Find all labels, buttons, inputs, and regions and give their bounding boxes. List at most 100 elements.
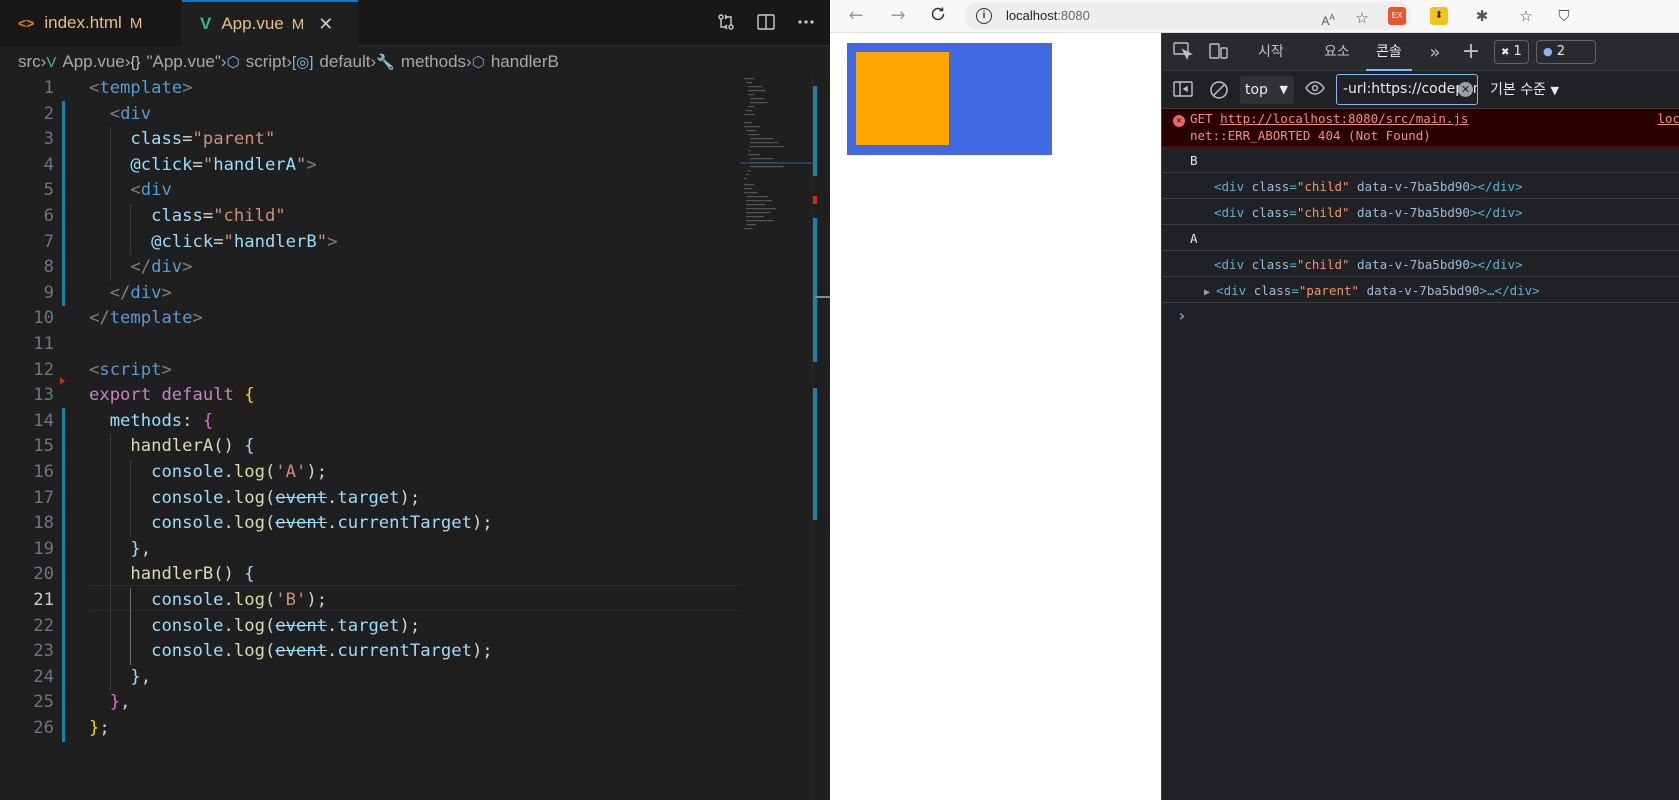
messages-badge[interactable]: ● 2 (1536, 40, 1596, 64)
error-source-link[interactable]: loc (1657, 111, 1679, 126)
editor-scrollbar[interactable] (812, 76, 830, 800)
code-text: <div (130, 180, 172, 201)
extension-icon[interactable]: ⬍ (1430, 7, 1448, 25)
error-message: net::ERR_ABORTED 404 (Not Found) (1190, 128, 1431, 143)
log-levels-dropdown[interactable]: 기본 수준 ▼ (1490, 71, 1559, 109)
logged-dom-node[interactable]: <div class="child" data-v-7ba5bd90></div… (1214, 205, 1523, 220)
code-line: 11 (0, 332, 740, 358)
show-sidebar-icon[interactable] (1172, 80, 1194, 100)
code-text: console.log(event.currentTarget); (151, 641, 493, 662)
code-text: console.log(event.currentTarget); (151, 513, 493, 534)
expand-triangle-icon[interactable]: ▶ (1204, 287, 1216, 298)
line-number: 16 (33, 462, 54, 482)
line-number: 24 (33, 666, 54, 687)
breadcrumb-item[interactable]: src (18, 52, 41, 72)
back-icon[interactable]: ← (844, 5, 868, 27)
code-text: console.log(event.target); (151, 487, 421, 508)
breadcrumb-symbol-icon: ⬡ (471, 54, 485, 71)
close-tab-icon[interactable]: ✕ (318, 14, 333, 35)
favorites-icon[interactable]: ☆ (1516, 6, 1536, 26)
console-log-element: <div class="child" data-v-7ba5bd90></div… (1162, 200, 1679, 225)
line-number: 22 (33, 615, 54, 636)
code-line: 7 @click="handlerB"> (0, 230, 740, 256)
add-tab-icon[interactable]: + (1460, 41, 1482, 63)
line-number: 1 (43, 78, 54, 98)
parent-div[interactable] (847, 43, 1052, 155)
code-editor[interactable]: 1 <template> 2 <div 3 class="parent" 4 @clic… (0, 76, 740, 800)
breadcrumb-symbol-icon: V (46, 53, 57, 71)
breadcrumb-item[interactable]: ⬡ handlerB (472, 52, 559, 72)
issues-badge[interactable]: ✖ 1 (1494, 40, 1529, 64)
vscode-window: <> index.html M V App.vue M ✕ src › V App.v… (0, 0, 830, 800)
breadcrumb-label: src (18, 52, 41, 71)
split-editor-icon[interactable] (754, 10, 778, 34)
breadcrumb-item[interactable]: {} "App.vue" (130, 52, 220, 72)
add-favorite-icon[interactable]: ☆ (1352, 8, 1372, 28)
more-tabs-icon[interactable]: » (1424, 42, 1446, 63)
console-log-text: A (1162, 226, 1679, 251)
console-filter-input[interactable]: -url:https://codepen.io✕ (1336, 74, 1478, 105)
context-select[interactable]: top ▼ (1240, 76, 1294, 104)
console-toolbar: top▼ -url:https://codepen.io✕ 기본 수준 ▼ (1162, 71, 1679, 109)
logged-dom-node[interactable]: <div class="child" data-v-7ba5bd90></div… (1214, 179, 1523, 194)
log-message: B (1190, 153, 1198, 168)
code-text: </div> (109, 282, 172, 303)
code-text: handlerA() { (130, 436, 255, 457)
forward-icon[interactable]: → (886, 5, 910, 27)
tab-start[interactable]: 시작 (1258, 33, 1284, 71)
open-changes-icon[interactable] (714, 10, 738, 34)
breadcrumb-label: App.vue (62, 52, 125, 71)
code-text: export default { (89, 385, 255, 406)
console-log-element: <div class="child" data-v-7ba5bd90></div… (1162, 252, 1679, 277)
code-line: 23 console.log(event.currentTarget); (0, 639, 740, 665)
line-number: 6 (43, 206, 54, 226)
clear-filter-icon[interactable]: ✕ (1458, 82, 1473, 97)
child-div[interactable] (856, 52, 949, 145)
breadcrumb-item[interactable]: 🔧 methods (376, 52, 466, 72)
tab-index-html[interactable]: <> index.html M (0, 0, 182, 46)
address-bar[interactable]: i localhost:8080 AA ☆ (964, 2, 1412, 30)
code-text: }; (89, 718, 110, 738)
line-number: 18 (33, 513, 54, 534)
logged-dom-node[interactable]: <div class="child" data-v-7ba5bd90></div… (1214, 257, 1523, 272)
console-prompt[interactable]: › (1162, 304, 1679, 330)
line-number: 23 (33, 641, 54, 662)
code-text: class="parent" (130, 129, 276, 150)
breadcrumb-symbol-icon: [◎] (291, 54, 314, 71)
device-emulation-icon[interactable] (1208, 42, 1230, 62)
error-url-link[interactable]: http://localhost:8080/src/main.js (1220, 111, 1468, 126)
line-number: 15 (33, 436, 54, 457)
extension-icon[interactable]: EX (1388, 7, 1406, 25)
code-line: 1 <template> (0, 76, 740, 102)
live-expression-eye-icon[interactable] (1304, 80, 1326, 100)
code-line: 25 }, (0, 690, 740, 716)
console-log-element: <div class="child" data-v-7ba5bd90></div… (1162, 174, 1679, 199)
breadcrumb-label: "App.vue" (146, 52, 221, 71)
read-aloud-icon[interactable]: AA (1318, 8, 1338, 28)
code-line: 18 console.log(event.currentTarget); (0, 511, 740, 537)
breadcrumb: src › V App.vue ›{} "App.vue" › ⬡ script › [◎] defa… (0, 47, 830, 77)
minimap[interactable] (740, 76, 812, 800)
browser-essentials-icon[interactable]: ⛉ (1554, 6, 1574, 26)
tab-console[interactable]: 콘솔 (1366, 33, 1412, 71)
more-actions-icon[interactable] (794, 10, 818, 34)
clear-console-icon[interactable] (1208, 80, 1230, 100)
message-icon: ● (1543, 45, 1553, 58)
refresh-icon[interactable] (926, 5, 950, 27)
extensions-puzzle-icon[interactable]: ✱ (1472, 6, 1492, 26)
code-line: 2 <div (0, 102, 740, 128)
console-log-text: B (1162, 148, 1679, 173)
breadcrumb-item[interactable]: ⬡ script (227, 52, 287, 72)
issues-icon: ✖ (1501, 47, 1510, 58)
code-line: 16 console.log('A'); (0, 460, 740, 486)
tab-elements[interactable]: 요소 (1324, 33, 1350, 71)
tab-app-vue[interactable]: V App.vue M ✕ (182, 0, 358, 46)
breadcrumb-item[interactable]: V App.vue (46, 52, 124, 72)
breadcrumb-item[interactable]: [◎] default (292, 52, 370, 72)
code-line: 13 export default { (0, 383, 740, 409)
inspect-element-icon[interactable] (1172, 42, 1194, 62)
logged-dom-node[interactable]: ▶ <div class="parent" data-v-7ba5bd90>…<… (1204, 283, 1540, 298)
code-line: 21 console.log('B'); (0, 588, 740, 614)
site-info-icon[interactable]: i (976, 8, 992, 24)
code-text: <div (109, 103, 152, 124)
